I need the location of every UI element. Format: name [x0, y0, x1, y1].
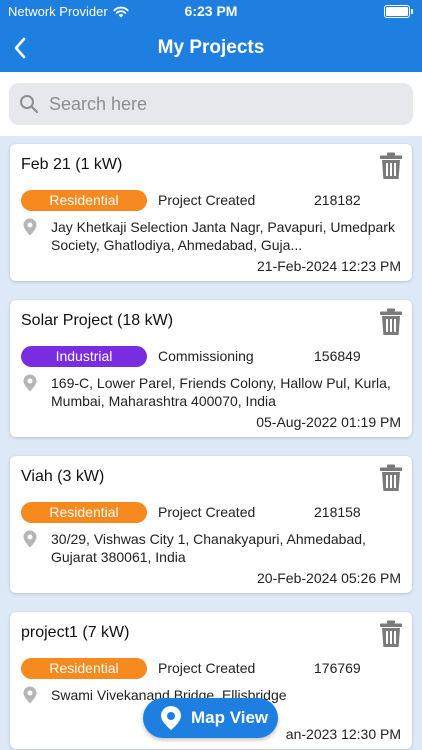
project-name: project1 (7 kW)	[21, 624, 130, 641]
project-card[interactable]: Viah (3 kW) Residential Project Created …	[10, 456, 412, 593]
search-bar[interactable]	[9, 83, 413, 125]
project-list: Feb 21 (1 kW) Residential Project Create…	[0, 136, 422, 750]
clock: 6:23 PM	[184, 3, 238, 19]
project-name: Feb 21 (1 kW)	[21, 156, 123, 173]
location-pin-icon	[23, 530, 37, 548]
project-type-badge: Residential	[21, 502, 147, 523]
project-name: Viah (3 kW)	[21, 468, 105, 485]
project-status: Commissioning	[158, 348, 254, 364]
app-header: Network Provider 6:23 PM My Projects	[0, 0, 422, 72]
battery-icon	[384, 5, 413, 18]
trash-icon[interactable]	[379, 620, 403, 648]
trash-icon[interactable]	[379, 308, 403, 336]
project-date: 05-Aug-2022 01:19 PM	[256, 414, 401, 430]
project-type-badge: Residential	[21, 190, 147, 211]
search-bar-container	[0, 72, 422, 136]
project-date: 21-Feb-2024 12:23 PM	[257, 258, 401, 274]
page-title: My Projects	[157, 37, 265, 58]
trash-icon[interactable]	[379, 464, 403, 492]
project-address: 30/29, Vishwas City 1, Chanakyapuri, Ahm…	[51, 531, 366, 565]
project-id: 218182	[314, 192, 361, 208]
project-date: 20-Feb-2024 05:26 PM	[257, 570, 401, 586]
search-icon	[20, 95, 39, 114]
status-bar: Network Provider 6:23 PM	[0, 0, 422, 24]
project-id: 156849	[314, 348, 361, 364]
location-pin-icon	[23, 218, 37, 236]
project-status: Project Created	[158, 504, 256, 520]
project-card[interactable]: Solar Project (18 kW) Industrial Commiss…	[10, 300, 412, 437]
map-pin-icon	[161, 706, 181, 730]
project-id: 176769	[314, 660, 361, 676]
project-status: Project Created	[158, 192, 256, 208]
project-id: 218158	[314, 504, 361, 520]
project-status: Project Created	[158, 660, 256, 676]
project-type-badge: Residential	[21, 658, 147, 679]
project-address: 169-C, Lower Parel, Friends Colony, Hall…	[51, 375, 391, 409]
location-pin-icon	[23, 686, 37, 704]
project-type-badge: Industrial	[21, 346, 147, 367]
project-date: an-2023 12:30 PM	[285, 726, 401, 742]
search-input[interactable]	[47, 92, 391, 116]
project-address: Jay Khetkaji Selection Janta Nagr, Pavap…	[51, 219, 395, 253]
map-view-label: Map View	[191, 708, 269, 727]
project-name: Solar Project (18 kW)	[21, 312, 174, 329]
trash-icon[interactable]	[379, 152, 403, 180]
location-pin-icon	[23, 374, 37, 392]
map-view-button[interactable]: Map View	[143, 698, 278, 738]
nav-bar: My Projects	[0, 24, 422, 72]
project-card[interactable]: Feb 21 (1 kW) Residential Project Create…	[10, 144, 412, 281]
